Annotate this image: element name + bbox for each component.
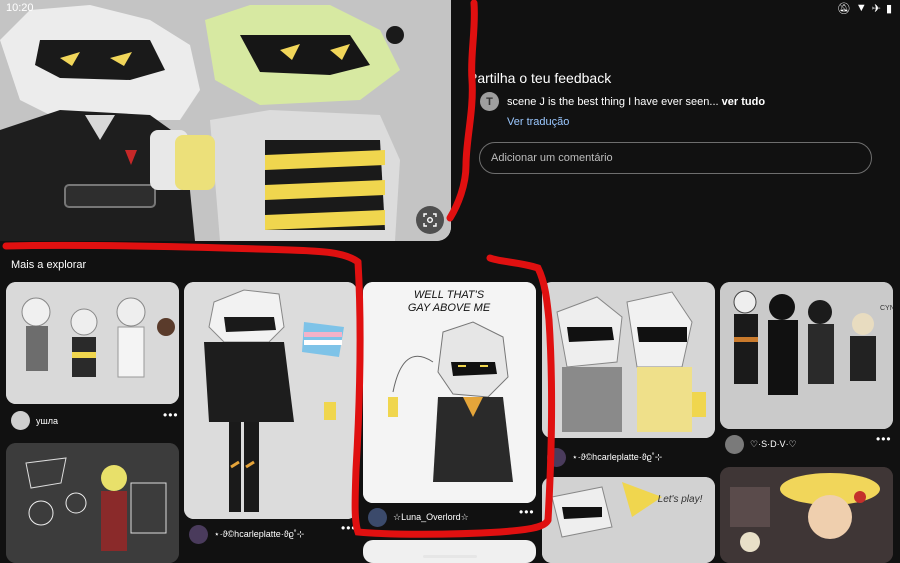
pin-card[interactable] (184, 282, 357, 519)
translate-link[interactable]: Ver tradução (507, 116, 569, 128)
pin-card[interactable]: WELL THAT'S GAY ABOVE ME (363, 282, 536, 503)
lens-icon (423, 213, 437, 227)
comment-body: scene J is the best thing I have ever se… (507, 95, 719, 108)
more-options-button[interactable]: ••• (876, 432, 892, 446)
pin-meta: ⋆·ϑ©hcarleplatte·ϑϱ˚⊹ (189, 525, 304, 544)
pin-image: Let's play! (542, 477, 715, 563)
section-title: Mais a explorar (11, 259, 87, 271)
pin-meta: ☆Luna_Overlord☆ (368, 508, 469, 527)
wifi-icon: ▼ (855, 2, 867, 14)
avatar[interactable] (547, 448, 566, 467)
pin-card[interactable] (363, 540, 536, 563)
pin-card[interactable] (542, 282, 715, 438)
comment-row: T scene J is the best thing I have ever … (480, 92, 765, 111)
status-time: 10:20 (6, 2, 34, 14)
pin-card[interactable] (6, 282, 179, 404)
pin-image: CYN (720, 282, 893, 429)
caption-line-2: GAY ABOVE ME (408, 302, 491, 314)
pin-image (184, 282, 357, 519)
battery-icon: ▮ (885, 3, 892, 15)
more-options-button[interactable]: ••• (163, 408, 179, 422)
caption-line-1: WELL THAT'S (414, 289, 485, 301)
comment-input[interactable]: Adicionar um comentário (479, 142, 872, 174)
comment-input-placeholder: Adicionar um comentário (491, 152, 613, 164)
pin-meta: ♡·S·D·V·♡ (725, 435, 797, 454)
pin-image (6, 443, 179, 563)
avatar[interactable] (189, 525, 208, 544)
pin-meta: ⋆·ϑ©hcarleplatte·ϑϱ˚⊹ (547, 448, 662, 467)
hero-artwork (0, 0, 451, 241)
pin-card[interactable] (6, 443, 179, 563)
handwriting-text: Let's play! (658, 494, 703, 505)
pin-card[interactable] (720, 467, 893, 563)
feedback-title: Partilha o teu feedback (468, 70, 612, 86)
pin-image: WELL THAT'S GAY ABOVE ME (363, 282, 536, 503)
pin-card[interactable]: Let's play! (542, 477, 715, 563)
pin-image (720, 467, 893, 563)
comment-avatar[interactable]: T (480, 92, 499, 111)
pin-username[interactable]: ⋆·ϑ©hcarleplatte·ϑϱ˚⊹ (214, 529, 304, 540)
pin-username[interactable]: ушла (36, 416, 58, 426)
pin-username[interactable]: ⋆·ϑ©hcarleplatte·ϑϱ˚⊹ (572, 452, 662, 463)
status-bar: 10:20 🔕︎ ▼ ✈ ▮ (0, 0, 900, 17)
airplane-icon: ✈ (871, 3, 881, 15)
pin-hero-image[interactable] (0, 0, 451, 241)
artwork-mark: CYN (880, 305, 893, 312)
more-options-button[interactable]: ••• (519, 505, 535, 519)
pin-image (6, 282, 179, 404)
pin-card[interactable]: CYN (720, 282, 893, 429)
visual-search-button[interactable] (416, 206, 444, 234)
see-more-link[interactable]: ver tudo (722, 96, 765, 108)
pin-username[interactable]: ♡·S·D·V·♡ (750, 439, 797, 450)
pin-image (542, 282, 715, 438)
comment-text: scene J is the best thing I have ever se… (507, 96, 765, 108)
more-options-button[interactable]: ••• (341, 521, 357, 535)
avatar[interactable] (368, 508, 387, 527)
avatar[interactable] (11, 411, 30, 430)
gesture-nav-handle[interactable] (423, 555, 477, 558)
pin-meta: ушла (11, 411, 58, 430)
pin-username[interactable]: ☆Luna_Overlord☆ (393, 512, 469, 523)
bell-off-icon: 🔕︎ (836, 3, 851, 15)
status-icons: 🔕︎ ▼ ✈ ▮ (837, 2, 892, 15)
avatar[interactable] (725, 435, 744, 454)
